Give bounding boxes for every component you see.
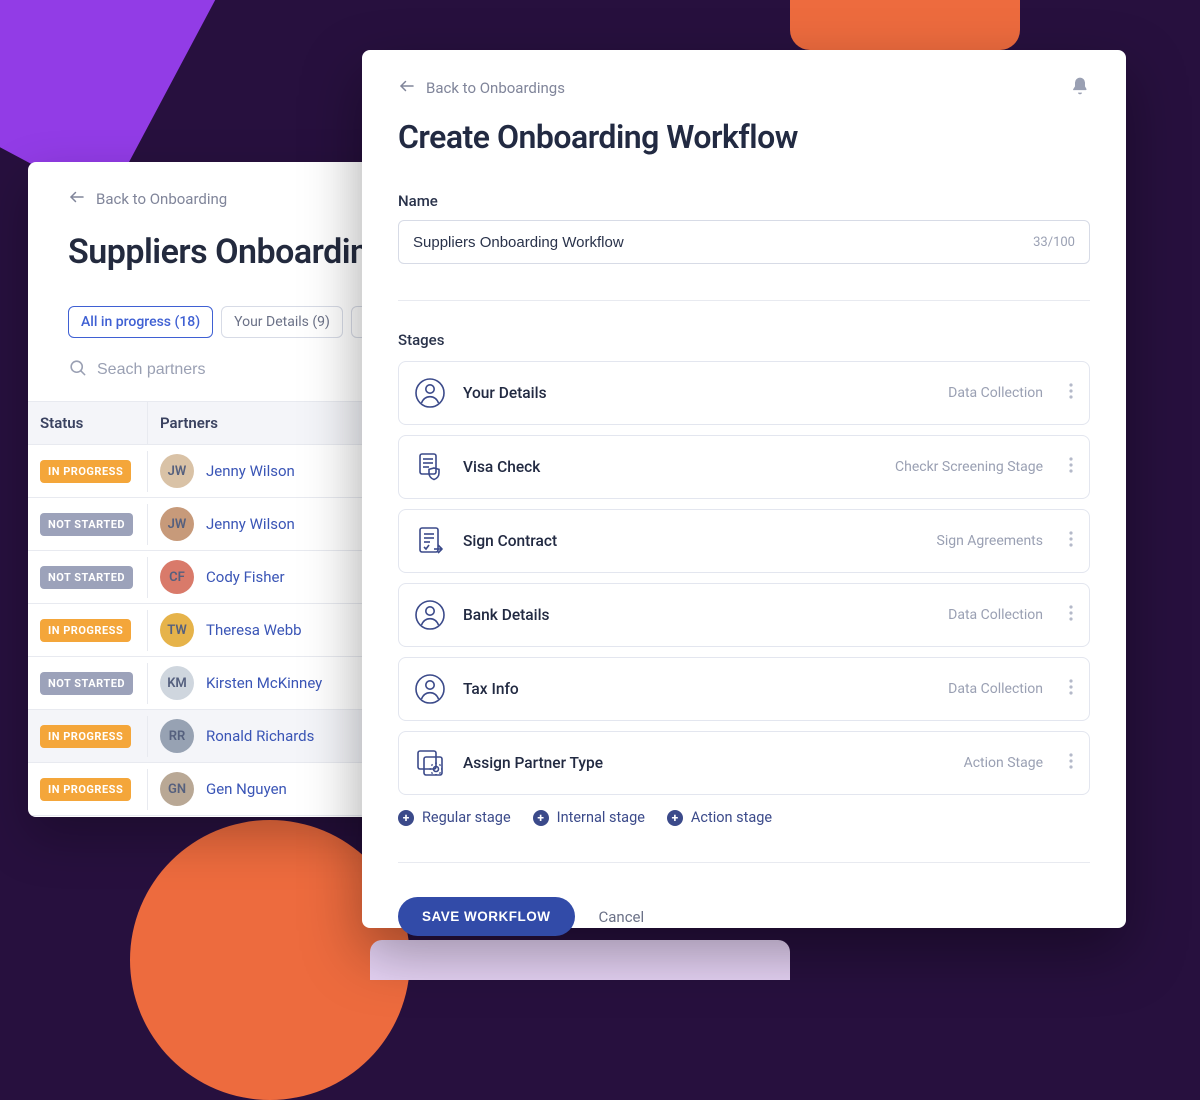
avatar: KM bbox=[160, 666, 194, 700]
sign-icon bbox=[413, 524, 447, 558]
filter-tab-1[interactable]: Your Details (9) bbox=[221, 306, 343, 338]
kebab-menu-icon[interactable] bbox=[1059, 605, 1075, 625]
stage-row[interactable]: Bank Details Data Collection bbox=[398, 583, 1090, 647]
partner-name: Cody Fisher bbox=[206, 568, 285, 586]
stage-name-label: Tax Info bbox=[463, 680, 932, 698]
kebab-menu-icon[interactable] bbox=[1059, 457, 1075, 477]
decorative-shape-orange-top bbox=[790, 0, 1020, 50]
partner-name: Ronald Richards bbox=[206, 727, 314, 745]
avatar: TW bbox=[160, 613, 194, 647]
stage-row[interactable]: Visa Check Checkr Screening Stage bbox=[398, 435, 1090, 499]
status-badge: IN PROGRESS bbox=[40, 619, 131, 642]
arrow-left-icon bbox=[398, 77, 416, 99]
add-link-label: Internal stage bbox=[557, 809, 645, 826]
kebab-menu-icon[interactable] bbox=[1059, 753, 1075, 773]
avatar: JW bbox=[160, 454, 194, 488]
shield-icon bbox=[413, 450, 447, 484]
plus-circle-icon: + bbox=[398, 810, 414, 826]
arrow-left-icon bbox=[68, 188, 86, 210]
filter-tab-0[interactable]: All in progress (18) bbox=[68, 306, 213, 338]
back-link-label: Back to Onboardings bbox=[426, 79, 565, 97]
back-to-onboardings-link[interactable]: Back to Onboardings bbox=[398, 77, 565, 99]
char-count: 33/100 bbox=[1033, 235, 1075, 250]
cancel-link[interactable]: Cancel bbox=[599, 908, 645, 926]
add-link-label: Regular stage bbox=[422, 809, 511, 826]
person-icon bbox=[413, 376, 447, 410]
status-badge: IN PROGRESS bbox=[40, 460, 131, 483]
save-workflow-button[interactable]: SAVE WORKFLOW bbox=[398, 897, 575, 936]
partner-name: Jenny Wilson bbox=[206, 515, 295, 533]
kebab-menu-icon[interactable] bbox=[1059, 531, 1075, 551]
add-internal-stage-link[interactable]: + Internal stage bbox=[533, 809, 645, 826]
back-link-label: Back to Onboarding bbox=[96, 190, 227, 208]
add-link-label: Action stage bbox=[691, 809, 772, 826]
stage-type-label: Sign Agreements bbox=[937, 533, 1043, 549]
decorative-shape-lavender bbox=[370, 940, 790, 980]
avatar: RR bbox=[160, 719, 194, 753]
partner-name: Gen Nguyen bbox=[206, 780, 287, 798]
kebab-menu-icon[interactable] bbox=[1059, 679, 1075, 699]
create-workflow-modal: Back to Onboardings Create Onboarding Wo… bbox=[362, 50, 1126, 928]
person-icon bbox=[413, 598, 447, 632]
gear-icon bbox=[413, 746, 447, 780]
search-icon bbox=[68, 358, 87, 381]
workflow-name-input[interactable] bbox=[413, 234, 1033, 251]
stage-type-label: Data Collection bbox=[948, 385, 1043, 401]
modal-title: Create Onboarding Workflow bbox=[398, 118, 1090, 156]
status-badge: IN PROGRESS bbox=[40, 778, 131, 801]
stage-name-label: Sign Contract bbox=[463, 532, 921, 550]
divider bbox=[398, 300, 1090, 301]
add-action-stage-link[interactable]: + Action stage bbox=[667, 809, 772, 826]
kebab-menu-icon[interactable] bbox=[1059, 383, 1075, 403]
stage-type-label: Data Collection bbox=[948, 607, 1043, 623]
status-badge: IN PROGRESS bbox=[40, 725, 131, 748]
stage-row[interactable]: Sign Contract Sign Agreements bbox=[398, 509, 1090, 573]
divider bbox=[398, 862, 1090, 863]
status-badge: NOT STARTED bbox=[40, 672, 133, 695]
stage-row[interactable]: Assign Partner Type Action Stage bbox=[398, 731, 1090, 795]
status-badge: NOT STARTED bbox=[40, 513, 133, 536]
plus-circle-icon: + bbox=[667, 810, 683, 826]
column-header-status: Status bbox=[28, 402, 148, 444]
stage-name-label: Bank Details bbox=[463, 606, 932, 624]
status-badge: NOT STARTED bbox=[40, 566, 133, 589]
avatar: CF bbox=[160, 560, 194, 594]
plus-circle-icon: + bbox=[533, 810, 549, 826]
stage-type-label: Action Stage bbox=[964, 755, 1043, 771]
stage-row[interactable]: Your Details Data Collection bbox=[398, 361, 1090, 425]
stage-name-label: Your Details bbox=[463, 384, 932, 402]
stage-name-label: Assign Partner Type bbox=[463, 754, 948, 772]
stage-row[interactable]: Tax Info Data Collection bbox=[398, 657, 1090, 721]
stage-name-label: Visa Check bbox=[463, 458, 879, 476]
add-regular-stage-link[interactable]: + Regular stage bbox=[398, 809, 511, 826]
name-field-label: Name bbox=[398, 192, 1090, 210]
partner-name: Jenny Wilson bbox=[206, 462, 295, 480]
partner-name: Kirsten McKinney bbox=[206, 674, 322, 692]
stage-type-label: Checkr Screening Stage bbox=[895, 459, 1043, 475]
stage-type-label: Data Collection bbox=[948, 681, 1043, 697]
person-icon bbox=[413, 672, 447, 706]
notifications-bell-icon[interactable] bbox=[1070, 76, 1090, 100]
avatar: GN bbox=[160, 772, 194, 806]
stages-label: Stages bbox=[398, 331, 1090, 349]
avatar: JW bbox=[160, 507, 194, 541]
back-to-onboarding-link[interactable]: Back to Onboarding bbox=[68, 188, 227, 210]
partner-name: Theresa Webb bbox=[206, 621, 302, 639]
